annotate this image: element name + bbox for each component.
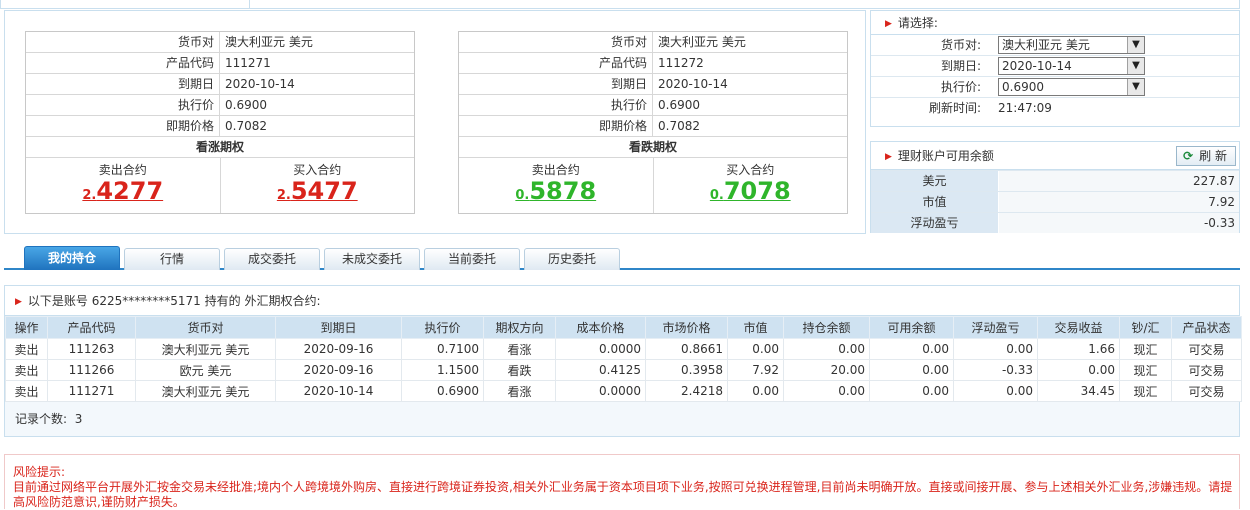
tab-current-orders[interactable]: 当前委托 [424, 248, 520, 270]
column-header: 交易收益 [1037, 316, 1120, 339]
column-header: 货币对 [135, 316, 276, 339]
column-header: 期权方向 [483, 316, 556, 339]
account-header: ▶ 理财账户可用余额 ⟳ 刷 新 [871, 142, 1239, 170]
chevron-down-icon: ▼ [1127, 79, 1144, 95]
quote-row: 到期日 2020-10-14 [459, 74, 847, 95]
put-buy-contract[interactable]: 买入合约 0.7078 [652, 158, 848, 213]
quote-row: 货币对 澳大利亚元 美元 [459, 32, 847, 53]
balance-row: 浮动盈亏 -0.33 [871, 212, 1239, 233]
tab-bar: 我的持仓 行情 成交委托 未成交委托 当前委托 历史委托 [4, 246, 1240, 270]
triangle-marker-icon: ▶ [15, 297, 22, 307]
call-sell-contract[interactable]: 卖出合约 2.4277 [26, 158, 220, 213]
quote-row: 产品代码 111272 [459, 53, 847, 74]
table-header-row: 操作 产品代码 货币对 到期日 执行价 期权方向 成本价格 市场价格 市值 持仓… [5, 316, 1242, 339]
expiry-select[interactable]: 2020-10-14 ▼ [998, 57, 1145, 75]
holdings-panel: ▶ 以下是账号 6225********5171 持有的 外汇期权合约: 操作 产… [4, 285, 1242, 437]
buy-contract-label: 买入合约 [293, 163, 342, 177]
refresh-button[interactable]: ⟳ 刷 新 [1176, 146, 1236, 166]
call-option-quote: 货币对 澳大利亚元 美元 产品代码 111271 到期日 2020-10-14 执行价… [25, 31, 415, 214]
account-balance-panel: ▶ 理财账户可用余额 ⟳ 刷 新 美元 227.87 市值 7.92 浮动盈亏 -0.33 [870, 141, 1240, 233]
selector-panel: ▶ 请选择: 货币对: 澳大利亚元 美元 ▼ 到期日: 2020-10-14 ▼ 执行… [870, 10, 1240, 127]
refresh-icon: ⟳ [1183, 149, 1194, 163]
sell-action-link[interactable]: 卖出 [5, 338, 48, 360]
tab-history-orders[interactable]: 历史委托 [524, 248, 620, 270]
currency-select[interactable]: 澳大利亚元 美元 ▼ [998, 36, 1145, 54]
quote-row: 即期价格 0.7082 [459, 116, 847, 137]
buy-contract-label: 买入合约 [726, 163, 775, 177]
sell-contract-label: 卖出合约 [98, 163, 147, 177]
strike-label: 执行价: [940, 80, 981, 94]
balance-row: 美元 227.87 [871, 170, 1239, 191]
column-header: 钞/汇 [1119, 316, 1172, 339]
column-header: 浮动盈亏 [953, 316, 1038, 339]
strike-select[interactable]: 0.6900 ▼ [998, 78, 1145, 96]
triangle-marker-icon: ▶ [885, 19, 892, 29]
selector-header: ▶ 请选择: [871, 11, 1239, 35]
risk-text: 目前通过网络平台开展外汇按金交易未经批准;境内个人跨境境外购房、直接进行跨境证券… [13, 480, 1233, 509]
tab-market[interactable]: 行情 [124, 248, 220, 270]
put-sell-contract[interactable]: 卖出合约 0.5878 [459, 158, 653, 213]
column-header: 成本价格 [555, 316, 646, 339]
quote-panel: 货币对 澳大利亚元 美元 产品代码 111271 到期日 2020-10-14 执行价… [4, 10, 866, 234]
risk-notice: 风险提示: 目前通过网络平台开展外汇按金交易未经批准;境内个人跨境境外购房、直接… [4, 454, 1240, 509]
quote-row: 货币对 澳大利亚元 美元 [26, 32, 414, 53]
sell-action-link[interactable]: 卖出 [5, 359, 48, 381]
column-header: 可用余额 [869, 316, 954, 339]
currency-label: 货币对: [940, 38, 981, 52]
risk-title: 风险提示: [13, 465, 66, 479]
put-option-quote: 货币对 澳大利亚元 美元 产品代码 111272 到期日 2020-10-14 执行价… [458, 31, 848, 214]
sell-contract-label: 卖出合约 [531, 163, 580, 177]
call-option-title: 看涨期权 [26, 137, 414, 158]
triangle-marker-icon: ▶ [885, 152, 892, 162]
column-header: 市值 [727, 316, 784, 339]
quote-row: 到期日 2020-10-14 [26, 74, 414, 95]
call-sell-price[interactable]: 2.4277 [82, 178, 163, 209]
table-row: 卖出 111266 欧元 美元 2020-09-16 1.1500 看跌 0.4… [5, 359, 1242, 381]
holdings-caption: ▶ 以下是账号 6225********5171 持有的 外汇期权合约: [5, 286, 1239, 316]
quote-row: 执行价 0.6900 [26, 95, 414, 116]
chevron-down-icon: ▼ [1127, 37, 1144, 53]
record-count: 记录个数: 3 [5, 402, 1239, 436]
call-buy-price[interactable]: 2.5477 [277, 178, 358, 209]
quote-row: 执行价 0.6900 [459, 95, 847, 116]
put-option-title: 看跌期权 [459, 137, 847, 158]
column-header: 操作 [5, 316, 48, 339]
quote-row: 产品代码 111271 [26, 53, 414, 74]
column-header: 持仓余额 [783, 316, 870, 339]
refresh-time-value: 21:47:09 [998, 101, 1052, 115]
refresh-time-label: 刷新时间: [928, 101, 981, 115]
chevron-down-icon: ▼ [1127, 58, 1144, 74]
put-buy-price[interactable]: 0.7078 [710, 178, 791, 209]
expiry-label: 到期日: [940, 59, 981, 73]
quote-row: 即期价格 0.7082 [26, 116, 414, 137]
column-header: 执行价 [401, 316, 484, 339]
top-frame-strip [0, 0, 1240, 9]
column-header: 产品代码 [47, 316, 136, 339]
column-header: 产品状态 [1171, 316, 1242, 339]
tab-unfilled-orders[interactable]: 未成交委托 [324, 248, 420, 270]
tab-filled-orders[interactable]: 成交委托 [224, 248, 320, 270]
holdings-table: 操作 产品代码 货币对 到期日 执行价 期权方向 成本价格 市场价格 市值 持仓… [5, 316, 1242, 402]
tab-my-positions[interactable]: 我的持仓 [24, 246, 120, 270]
balance-row: 市值 7.92 [871, 191, 1239, 212]
column-header: 市场价格 [645, 316, 728, 339]
table-row: 卖出 111271 澳大利亚元 美元 2020-10-14 0.6900 看涨 … [5, 380, 1242, 402]
call-buy-contract[interactable]: 买入合约 2.5477 [219, 158, 415, 213]
put-sell-price[interactable]: 0.5878 [515, 178, 596, 209]
sell-action-link[interactable]: 卖出 [5, 380, 48, 402]
column-header: 到期日 [275, 316, 402, 339]
table-row: 卖出 111263 澳大利亚元 美元 2020-09-16 0.7100 看涨 … [5, 338, 1242, 360]
